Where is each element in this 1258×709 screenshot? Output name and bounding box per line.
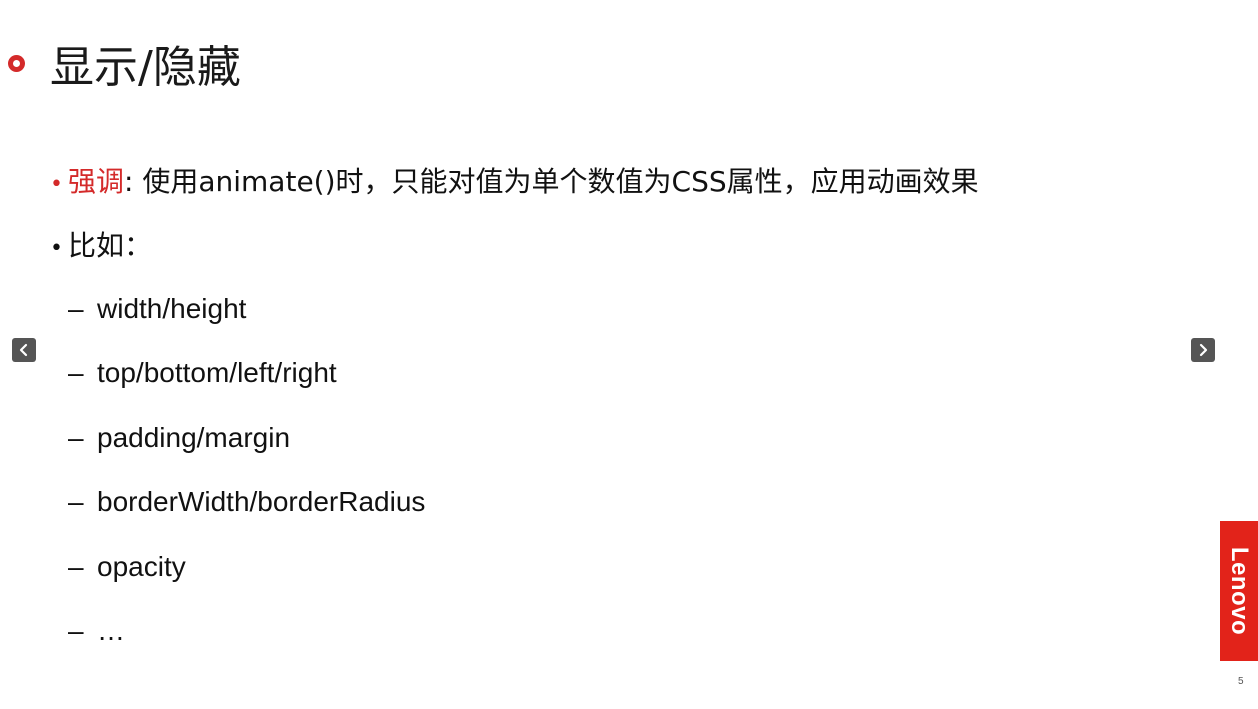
title-bullet-icon xyxy=(8,55,25,72)
bullet-text: 比如： xyxy=(68,229,153,262)
dash-icon: – xyxy=(68,357,84,388)
bullet-emphasis: 强调 xyxy=(68,165,125,198)
sub-list-item-text: padding/margin xyxy=(97,422,291,453)
sub-list-item-text: … xyxy=(97,615,125,646)
prev-slide-button[interactable] xyxy=(12,338,36,362)
sub-list-item: –… xyxy=(68,613,125,649)
sub-list-item: – top/bottom/left/right xyxy=(68,355,337,391)
sub-list-item: – width/height xyxy=(68,291,246,327)
chevron-left-icon xyxy=(19,343,28,357)
sub-list-item-text: opacity xyxy=(97,551,186,582)
sub-list-item: – opacity xyxy=(68,549,186,585)
dash-icon: – xyxy=(68,422,84,453)
slide: 显示/隐藏 • 强调: 使用animate()时，只能对值为单个数值为CSS属性，… xyxy=(0,0,1258,709)
sub-list-item-text: borderWidth/borderRadius xyxy=(97,486,426,517)
bullet-dot-icon: • xyxy=(50,172,63,197)
logo-text: Lenovo xyxy=(1226,546,1253,636)
chevron-right-icon xyxy=(1199,343,1208,357)
sub-list-item: – padding/margin xyxy=(68,420,290,456)
bullet-text: : 使用animate()时，只能对值为单个数值为CSS属性，应用动画效果 xyxy=(124,165,979,198)
dash-icon: – xyxy=(68,486,84,517)
bullet-item: • 比如： xyxy=(50,228,152,267)
dash-icon: – xyxy=(68,293,84,324)
slide-title: 显示/隐藏 xyxy=(50,42,241,93)
dash-icon: – xyxy=(68,615,84,646)
bullet-dot-icon: • xyxy=(50,236,63,261)
bullet-item: • 强调: 使用animate()时，只能对值为单个数值为CSS属性，应用动画效果 xyxy=(50,164,979,203)
dash-icon: – xyxy=(68,551,84,582)
sub-list-item-text: top/bottom/left/right xyxy=(97,357,337,388)
sub-list-item-text: width/height xyxy=(97,293,247,324)
next-slide-button[interactable] xyxy=(1191,338,1215,362)
lenovo-logo: Lenovo xyxy=(1220,521,1258,661)
page-number: 5 xyxy=(1238,676,1244,687)
sub-list-item: – borderWidth/borderRadius xyxy=(68,484,425,520)
